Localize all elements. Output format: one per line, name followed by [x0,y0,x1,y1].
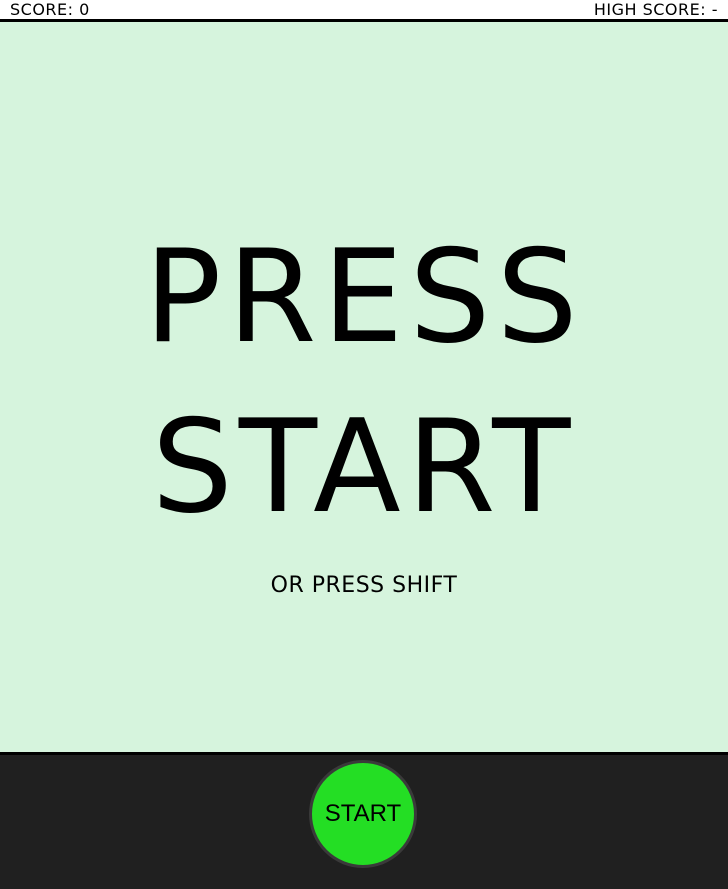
start-button[interactable]: START [309,760,417,868]
high-score: HIGH SCORE: - [593,0,718,19]
title-press: PRESS [144,223,584,372]
start-button-label: START [324,800,402,827]
game-screen: PRESS START OR PRESS SHIFT [0,22,728,752]
control-bar: START [0,752,728,889]
current-score: SCORE: 0 [10,0,90,19]
shift-hint: OR PRESS SHIFT [270,573,458,598]
title-start: START [151,393,577,542]
score-bar: SCORE: 0 HIGH SCORE: - [0,0,728,22]
